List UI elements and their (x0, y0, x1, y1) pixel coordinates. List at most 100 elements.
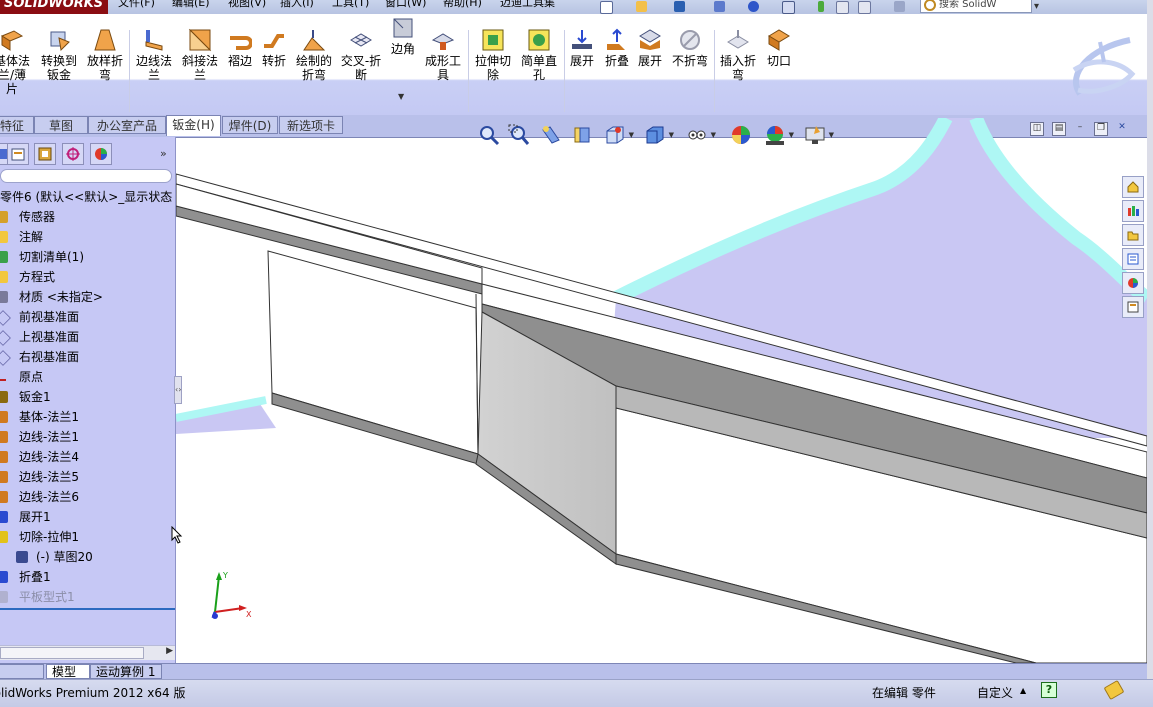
view-settings-button[interactable]: ▼ (804, 124, 834, 146)
solidworks-resources-tab[interactable] (1122, 176, 1144, 198)
new-icon[interactable] (600, 1, 613, 14)
tree-item[interactable]: 切除-拉伸1 (0, 527, 175, 547)
chevron-down-icon[interactable]: ▼ (711, 131, 716, 139)
print-icon[interactable] (714, 1, 725, 12)
tree-item[interactable]: 边线-法兰6 (0, 487, 175, 507)
tree-item[interactable]: 边线-法兰1 (0, 427, 175, 447)
tree-item[interactable]: (-) 草图20 (0, 547, 175, 567)
tag-icon[interactable] (1103, 679, 1125, 701)
display-style-button[interactable]: ▼ (644, 124, 674, 146)
view-orientation-button[interactable]: ▼ (604, 124, 634, 146)
tree-item[interactable]: 边线-法兰4 (0, 447, 175, 467)
tree-root-part[interactable]: 零件6 (默认<<默认>_显示状态 (0, 187, 175, 207)
tree-item[interactable]: 边线-法兰5 (0, 467, 175, 487)
property-manager-tab[interactable] (7, 143, 29, 165)
tree-item[interactable]: 材质 <未指定> (0, 287, 175, 307)
chevron-down-icon[interactable]: ▼ (629, 131, 634, 139)
menu-maidi-tools[interactable]: 迈迪工具集 (500, 0, 555, 10)
expand-tabs-icon[interactable]: » (160, 147, 167, 160)
chevron-down-icon[interactable]: ▼ (789, 131, 794, 139)
fold-button[interactable]: 折叠 (601, 28, 633, 68)
save-icon[interactable] (674, 1, 685, 12)
display-manager-tab[interactable] (90, 143, 112, 165)
section-view-button[interactable] (572, 124, 594, 146)
tab-office-products[interactable]: 办公室产品 (88, 116, 166, 134)
tab-features[interactable]: 特征 (0, 116, 34, 134)
unfold-button[interactable]: 展开 (566, 28, 598, 68)
tree-filter-input[interactable] (0, 169, 172, 183)
units-dropdown-icon[interactable]: ▲ (1020, 686, 1026, 695)
tile-horizontal-icon[interactable]: ◫ (1030, 122, 1044, 136)
menu-view[interactable]: 视图(V) (228, 0, 266, 10)
tree-item[interactable]: 传感器 (0, 207, 175, 227)
tree-item[interactable]: 平板型式1 (0, 587, 175, 607)
cross-break-button[interactable]: 交叉-折 断 (339, 28, 383, 82)
units-selector[interactable]: 自定义 (977, 684, 1013, 701)
edit-appearance-button[interactable] (730, 124, 752, 146)
previous-view-button[interactable] (540, 124, 562, 146)
tree-item[interactable]: 原点 (0, 367, 175, 387)
rollback-bar[interactable] (0, 608, 175, 610)
menu-window[interactable]: 窗口(W) (385, 0, 426, 10)
lofted-bend-button[interactable]: 放样折 弯 (84, 28, 126, 82)
hide-show-items-button[interactable]: ▼ (686, 124, 716, 146)
select-icon[interactable] (782, 1, 795, 14)
appearances-tab[interactable] (1122, 272, 1144, 294)
no-bends-button[interactable]: 不折弯 (669, 28, 711, 68)
tree-item[interactable]: 折叠1 (0, 567, 175, 587)
tree-item[interactable]: 基体-法兰1 (0, 407, 175, 427)
extruded-cut-button[interactable]: 拉伸切 除 (472, 28, 514, 82)
tab-model[interactable]: 模型 (46, 664, 90, 679)
miter-flange-button[interactable]: 斜接法 兰 (180, 28, 220, 82)
zoom-to-fit-button[interactable] (478, 124, 500, 146)
search-dropdown-icon[interactable]: ▾ (1034, 1, 1039, 12)
close-icon[interactable]: ✕ (1116, 122, 1128, 134)
design-library-tab[interactable] (1122, 200, 1144, 222)
menu-edit[interactable]: 编辑(E) (172, 0, 210, 10)
customize-icon[interactable] (894, 1, 905, 12)
tree-item[interactable]: 方程式 (0, 267, 175, 287)
tree-item[interactable]: 钣金1 (0, 387, 175, 407)
chevron-down-icon[interactable]: ▼ (829, 131, 834, 139)
flatten-button[interactable]: 展开 (634, 28, 666, 68)
options-icon[interactable] (858, 1, 871, 14)
file-explorer-tab[interactable] (1122, 224, 1144, 246)
tree-item[interactable]: 切割清单(1) (0, 247, 175, 267)
simple-hole-button[interactable]: 简单直 孔 (518, 28, 560, 82)
menu-insert[interactable]: 插入(I) (280, 0, 314, 10)
base-flange-button[interactable]: 基体法 兰/薄片 (0, 28, 32, 96)
chevron-down-icon[interactable]: ▼ (669, 131, 674, 139)
menu-tools[interactable]: 工具(T) (332, 0, 369, 10)
scrollbar-thumb[interactable] (0, 647, 144, 659)
insert-bends-button[interactable]: 插入折 弯 (718, 28, 758, 82)
tree-item[interactable]: 右视基准面 (0, 347, 175, 367)
tree-item[interactable]: 展开1 (0, 507, 175, 527)
horizontal-scrollbar[interactable]: ▶ (0, 645, 175, 660)
tile-vertical-icon[interactable]: ▤ (1052, 122, 1066, 136)
tab-sketch[interactable]: 草图 (34, 116, 88, 134)
rebuild-icon[interactable] (818, 1, 824, 12)
tree-item[interactable]: 注解 (0, 227, 175, 247)
tab-motion-study[interactable]: 运动算例 1 (90, 664, 162, 679)
menu-file[interactable]: 文件(F) (118, 0, 155, 10)
hem-button[interactable]: 褶边 (224, 28, 256, 68)
tree-item[interactable]: 前视基准面 (0, 307, 175, 327)
ribbon-expand-icon[interactable]: ▼ (398, 92, 404, 101)
sketched-bend-button[interactable]: 绘制的 折弯 (292, 28, 336, 82)
tree-item[interactable]: 上视基准面 (0, 327, 175, 347)
apply-scene-button[interactable]: ▼ (764, 124, 794, 146)
view-palette-tab[interactable] (1122, 248, 1144, 270)
rip-button[interactable]: 切口 (762, 28, 796, 68)
search-input[interactable]: 搜索 SolidW (920, 0, 1032, 13)
configuration-manager-tab[interactable] (34, 143, 56, 165)
undo-icon[interactable] (748, 1, 759, 12)
edge-flange-button[interactable]: 边线法 兰 (134, 28, 174, 82)
scroll-right-icon[interactable]: ▶ (166, 646, 173, 656)
restore-icon[interactable]: ❐ (1094, 122, 1108, 136)
graphics-area[interactable] (176, 118, 1147, 663)
forming-tool-button[interactable]: 成形工 具 (422, 28, 464, 82)
jog-button[interactable]: 转折 (258, 28, 290, 68)
open-icon[interactable] (636, 1, 647, 12)
file-properties-icon[interactable] (836, 1, 849, 14)
minimize-icon[interactable]: – (1074, 122, 1086, 134)
